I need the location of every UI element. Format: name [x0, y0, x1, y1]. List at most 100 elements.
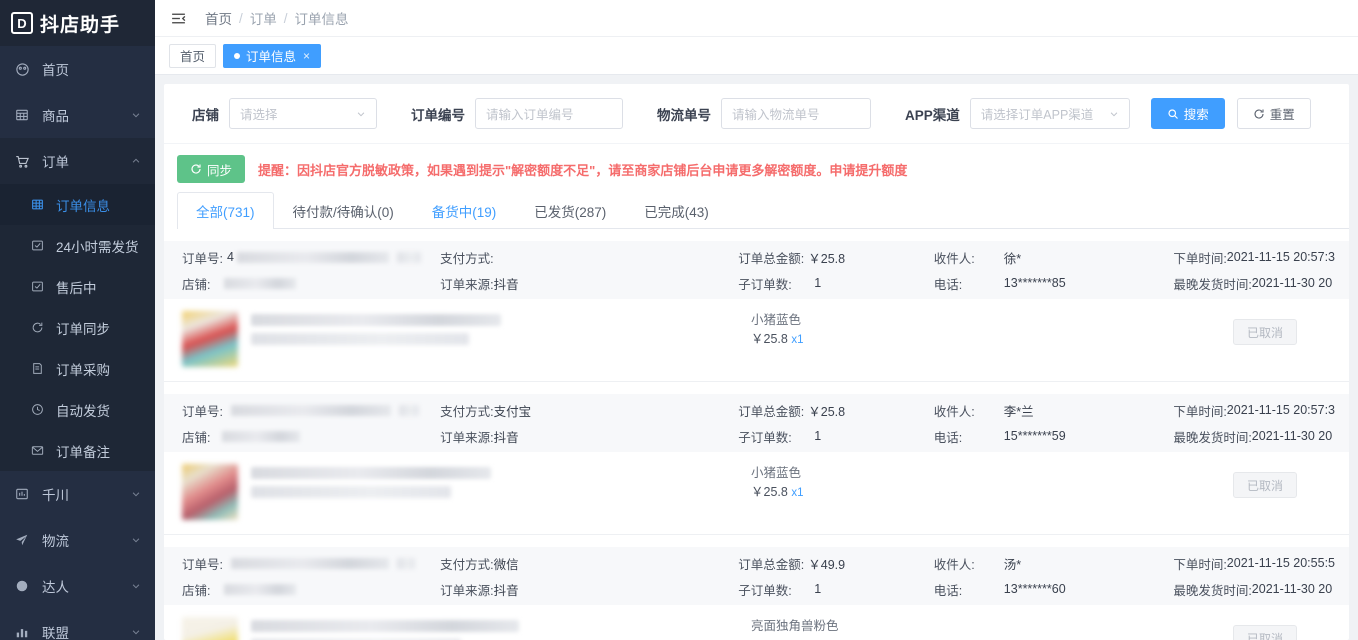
sidebar-subitem-label: 自动发货	[56, 403, 110, 419]
chevron-down-icon	[356, 109, 366, 119]
order-source-value: 抖音	[493, 583, 519, 598]
chevron-down-icon	[131, 110, 141, 120]
reset-button[interactable]: 重置	[1236, 98, 1311, 129]
sidebar-item-logistics[interactable]: 物流	[0, 517, 155, 563]
receiver-label: 收件人:	[933, 404, 975, 419]
sidebar-item-24h-ship[interactable]: 24小时需发货	[0, 225, 155, 266]
product-thumbnail[interactable]	[182, 464, 238, 520]
receiver-column: 收件人: 徐* 电话: 13*******85	[934, 248, 1174, 293]
sidebar-item-home[interactable]: 首页	[0, 46, 155, 92]
product-thumbnail[interactable]	[182, 617, 238, 640]
shop-select[interactable]: 请选择	[229, 98, 377, 129]
sidebar-item-label: 千川	[42, 488, 69, 503]
status-tab-pending-payment[interactable]: 待付款/待确认(0)	[274, 192, 413, 228]
filter-shop-label: 店铺	[192, 107, 219, 123]
sidebar-subitem-label: 订单信息	[56, 198, 110, 214]
product-title[interactable]	[251, 617, 751, 640]
product-title[interactable]	[251, 464, 751, 498]
sidebar-item-order-info[interactable]: 订单信息	[0, 184, 155, 225]
order-no-masked-tail	[396, 251, 421, 263]
order-no-placeholder: 请输入订单编号	[486, 108, 574, 122]
sidebar-item-influencer[interactable]: 达人	[0, 563, 155, 609]
search-button-label: 搜索	[1183, 108, 1209, 122]
sidebar-subitem-label: 售后中	[56, 280, 97, 296]
logistics-no-input[interactable]: 请输入物流单号	[721, 98, 871, 129]
receiver-column: 收件人: 李*兰 电话: 15*******59	[934, 401, 1174, 446]
order-status-button: 已取消	[1232, 319, 1297, 345]
apply-quota-link[interactable]: 申请提升额度	[829, 163, 907, 178]
product-title-masked	[251, 620, 519, 632]
product-thumbnail[interactable]	[182, 311, 238, 367]
sync-icon	[30, 320, 45, 335]
status-tab-shipped[interactable]: 已发货(287)	[515, 192, 625, 228]
time-column: 下单时间: 2021-11-15 20:57:3 最晚发货时间: 2021-11…	[1173, 401, 1335, 446]
pay-method-label: 支付方式:	[440, 557, 494, 572]
sidebar-item-order-remark[interactable]: 订单备注	[0, 430, 155, 471]
status-tab-all[interactable]: 全部(731)	[177, 192, 274, 229]
status-tab-completed[interactable]: 已完成(43)	[625, 192, 728, 228]
sidebar-item-order-purchase[interactable]: 订单采购	[0, 348, 155, 389]
shop-masked	[224, 277, 297, 289]
filter-app-channel: APP渠道 请选择订单APP渠道	[905, 98, 1130, 129]
page-tab-order-info[interactable]: 订单信息 ×	[223, 43, 322, 68]
sidebar-item-products[interactable]: 商品	[0, 92, 155, 138]
page-tab-home[interactable]: 首页	[169, 43, 217, 68]
reset-button-label: 重置	[1269, 108, 1295, 122]
breadcrumb-item-order-info[interactable]: 订单信息	[295, 8, 349, 28]
search-button[interactable]: 搜索	[1150, 98, 1225, 129]
status-tab-preparing[interactable]: 备货中(19)	[413, 192, 516, 228]
total-amount-value: ￥25.8	[808, 404, 846, 419]
filter-app-channel-label: APP渠道	[905, 107, 960, 123]
sidebar: D 抖店助手 首页 商品 订单 订单信息 24小时需发货 售后中 订单同步 订单…	[0, 0, 155, 640]
sidebar-item-auto-ship[interactable]: 自动发货	[0, 389, 155, 430]
sync-icon	[190, 163, 202, 175]
breadcrumb: 首页 / 订单 / 订单信息	[205, 8, 349, 28]
latest-ship-time-value: 2021-11-30 20	[1251, 276, 1333, 290]
menu-fold-icon[interactable]	[165, 5, 191, 31]
table-icon	[30, 197, 45, 212]
chevron-up-icon	[131, 156, 141, 166]
breadcrumb-item-orders[interactable]: 订单	[250, 8, 277, 28]
order-no-masked-tail	[398, 404, 419, 416]
shop-masked	[222, 430, 301, 442]
sku-price: ￥25.8	[751, 332, 788, 347]
status-tab-label: 已发货(287)	[534, 204, 607, 220]
payment-column: 支付方式: 支付宝 订单来源: 抖音	[440, 401, 738, 446]
sidebar-item-alliance[interactable]: 联盟	[0, 609, 155, 640]
amount-column: 订单总金额: ￥25.8 子订单数: 1	[738, 401, 934, 446]
sidebar-item-qianchuan[interactable]: 千川	[0, 471, 155, 517]
sync-button-label: 同步	[207, 163, 233, 178]
product-title[interactable]	[251, 311, 751, 345]
page-tab-label: 订单信息	[246, 50, 297, 64]
app-channel-select[interactable]: 请选择订单APP渠道	[969, 98, 1130, 129]
chevron-down-icon	[1109, 109, 1119, 119]
brand-header: D 抖店助手	[0, 0, 155, 46]
receiver-value: 李*兰	[1003, 404, 1034, 419]
sub-orders-value: 1	[814, 582, 822, 596]
close-icon[interactable]: ×	[303, 49, 310, 63]
sync-button[interactable]: 同步	[177, 155, 246, 183]
order-status-button: 已取消	[1232, 625, 1297, 640]
sidebar-item-order-sync[interactable]: 订单同步	[0, 307, 155, 348]
order-no-input[interactable]: 请输入订单编号	[475, 98, 623, 129]
sku-price: ￥25.8	[751, 485, 788, 500]
status-tab-label: 全部(731)	[196, 204, 255, 220]
shop-masked	[224, 583, 297, 595]
product-title-masked	[251, 314, 501, 326]
order-item: 订单号: 店铺:	[164, 547, 1349, 640]
sidebar-item-orders[interactable]: 订单	[0, 138, 155, 184]
order-time-label: 下单时间:	[1173, 251, 1227, 266]
product-title-masked-2	[251, 333, 469, 345]
order-status-button: 已取消	[1232, 472, 1297, 498]
sub-orders-label: 子订单数:	[738, 583, 792, 598]
shop-label: 店铺:	[182, 583, 211, 598]
breadcrumb-item-home[interactable]: 首页	[205, 8, 232, 28]
home-icon	[14, 61, 30, 77]
active-dot-icon	[234, 52, 241, 59]
sidebar-subitem-label: 订单同步	[56, 321, 110, 337]
brand-title: 抖店助手	[40, 14, 121, 36]
latest-ship-time-value: 2021-11-30 20	[1251, 429, 1333, 443]
latest-ship-time-label: 最晚发货时间:	[1173, 277, 1252, 292]
sidebar-item-aftersale[interactable]: 售后中	[0, 266, 155, 307]
phone-value: 13*******60	[1003, 582, 1066, 596]
